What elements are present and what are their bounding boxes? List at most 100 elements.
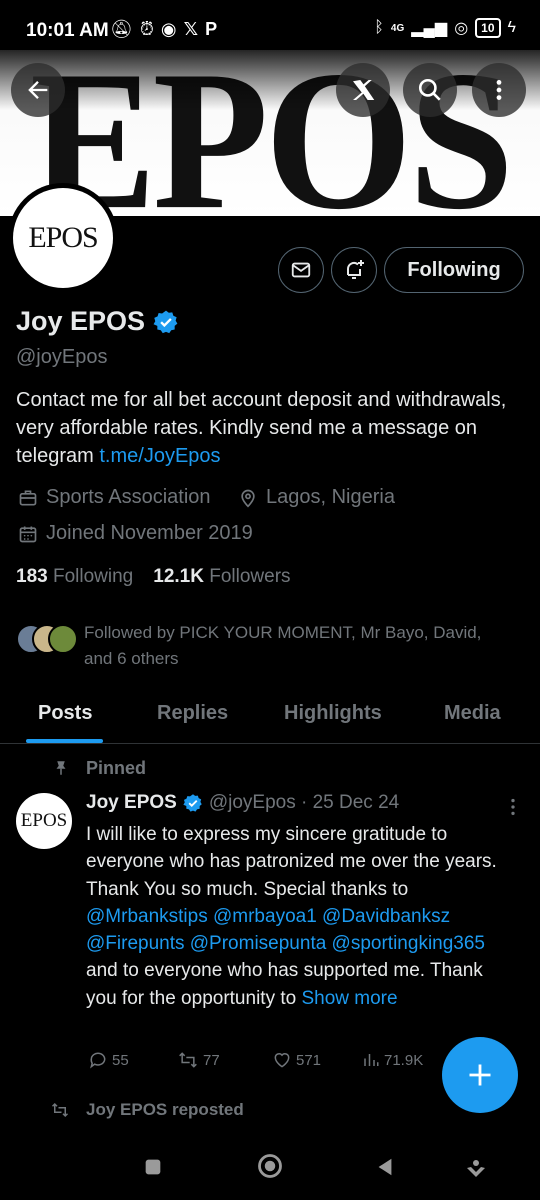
profile-bio: Contact me for all bet account deposit a… [16, 386, 526, 470]
profile-handle: @joyEpos [16, 346, 108, 368]
network-label: 4G [390, 22, 405, 34]
post-text-part: I will like to express my sincere gratit… [86, 824, 497, 900]
back-nav-button[interactable] [374, 1156, 396, 1183]
followers-stat[interactable]: 12.1K Followers [153, 566, 290, 588]
more-vertical-icon [496, 80, 502, 100]
tab-posts[interactable]: Posts [38, 702, 92, 725]
grok-button[interactable] [336, 63, 390, 117]
square-icon [145, 1159, 161, 1175]
repost-icon [179, 1052, 197, 1068]
banner-shade [0, 50, 540, 110]
followers-label: Followers [209, 566, 291, 587]
home-button[interactable] [256, 1152, 284, 1185]
message-button[interactable] [278, 247, 324, 293]
back-arrow-icon [28, 81, 48, 99]
more-options-button[interactable] [472, 63, 526, 117]
verified-badge-icon [183, 794, 202, 812]
like-button[interactable]: 571 [272, 1050, 321, 1070]
status-notification-icons: 🔕︎ ⏰︎ ◉ 𝕏 P [110, 19, 217, 40]
reposted-label: Joy EPOS reposted [86, 1100, 244, 1119]
profile-category: Sports Association [46, 486, 211, 508]
status-time: 10:01 AM [26, 20, 109, 41]
profile-location: Lagos, Nigeria [266, 486, 395, 508]
assistant-icon [467, 1160, 485, 1177]
repost-icon [50, 1101, 70, 1124]
following-count: 183 [16, 566, 48, 587]
repost-button[interactable]: 77 [177, 1050, 220, 1070]
battery-icon: 10 [475, 18, 501, 38]
reply-icon [90, 1052, 106, 1069]
post-mentions[interactable]: @Mrbankstips @mrbayoa1 @Davidbanksz @Fir… [86, 906, 485, 954]
mail-icon [291, 262, 311, 278]
p-icon: P [205, 19, 218, 39]
calendar-icon [19, 526, 37, 542]
x-icon: 𝕏 [183, 19, 199, 39]
category-row: Sports Association [18, 486, 211, 509]
tab-media[interactable]: Media [444, 702, 501, 725]
tab-highlights[interactable]: Highlights [284, 702, 382, 725]
triangle-back-icon [378, 1158, 392, 1176]
recents-button[interactable] [142, 1156, 164, 1183]
profile-joined: Joined November 2019 [46, 522, 253, 544]
joined-row: Joined November 2019 [18, 522, 253, 545]
signal-icon: ▂▄▆ [411, 20, 448, 37]
like-count: 571 [296, 1051, 322, 1069]
bio-link[interactable]: t.me/JoyEpos [99, 445, 220, 467]
home-circle-icon [258, 1154, 282, 1178]
followers-you-know-avatars[interactable] [16, 624, 80, 658]
reply-count: 55 [112, 1051, 129, 1069]
following-stat[interactable]: 183 Following [16, 566, 133, 588]
post-meta: @joyEpos · 25 Dec 24 [208, 792, 400, 813]
grok-icon [353, 80, 375, 100]
profile-name: Joy EPOS [16, 306, 146, 336]
followers-count: 12.1K [153, 566, 204, 587]
avatar [48, 624, 78, 654]
views-button[interactable]: 71.9K [362, 1050, 423, 1070]
post-text-part: and to everyone who has supported me. Th… [86, 960, 483, 1009]
messenger-icon: ◉ [160, 19, 177, 39]
post-avatar[interactable]: EPOS [16, 793, 72, 849]
profile-name-row: Joy EPOS [16, 306, 179, 337]
location-row: Lagos, Nigeria [238, 486, 395, 509]
followed-by-text[interactable]: Followed by PICK YOUR MOMENT, Mr Bayo, D… [84, 620, 514, 672]
tab-replies[interactable]: Replies [157, 702, 228, 725]
alarm-icon: ⏰︎ [139, 19, 154, 39]
system-navigation-bar [0, 1140, 540, 1200]
post-header: Joy EPOS @joyEpos · 25 Dec 24 [86, 792, 399, 814]
assistant-button[interactable] [464, 1156, 488, 1185]
heart-icon [274, 1053, 290, 1068]
compose-post-button[interactable] [442, 1037, 518, 1113]
repost-count: 77 [203, 1051, 220, 1069]
bluetooth-icon: ᛒ [374, 19, 384, 36]
verified-badge-icon[interactable] [153, 309, 179, 335]
charging-icon: ϟ [507, 19, 516, 36]
pin-icon [52, 758, 70, 783]
follow-stats: 183 Following 12.1K Followers [16, 566, 291, 588]
plus-icon [469, 1064, 491, 1086]
views-chart-icon [364, 1054, 379, 1066]
location-pin-icon [241, 489, 255, 508]
briefcase-icon [19, 490, 37, 505]
status-bar: 10:01 AM 🔕︎ ⏰︎ ◉ 𝕏 P ᛒ 4G ▂▄▆ ◎ 10 ϟ [0, 0, 540, 50]
following-label: Following [52, 566, 134, 587]
more-vertical-icon [511, 798, 515, 816]
notifications-button[interactable] [331, 247, 377, 293]
search-button[interactable] [403, 63, 457, 117]
mute-bell-icon: 🔕︎ [110, 19, 133, 39]
post-text[interactable]: I will like to express my sincere gratit… [86, 821, 516, 1012]
post-more-button[interactable] [506, 796, 520, 823]
back-button[interactable] [11, 63, 65, 117]
pinned-label: Pinned [86, 758, 147, 778]
data-saver-icon: ◎ [454, 20, 469, 37]
bio-text: Contact me for all bet account deposit a… [16, 389, 507, 467]
profile-avatar[interactable]: EPOS [8, 183, 118, 293]
show-more-link[interactable]: Show more [301, 988, 397, 1009]
reply-button[interactable]: 55 [88, 1050, 129, 1070]
search-icon [418, 78, 441, 101]
bell-plus-icon [346, 260, 364, 279]
following-button[interactable]: Following [384, 247, 524, 293]
avatar-logo: EPOS [13, 188, 113, 288]
status-system-icons: ᛒ 4G ▂▄▆ ◎ 10 ϟ [374, 18, 516, 38]
post-author-name[interactable]: Joy EPOS [86, 792, 177, 814]
profile-tabs: Posts Replies Highlights Media [0, 690, 540, 744]
